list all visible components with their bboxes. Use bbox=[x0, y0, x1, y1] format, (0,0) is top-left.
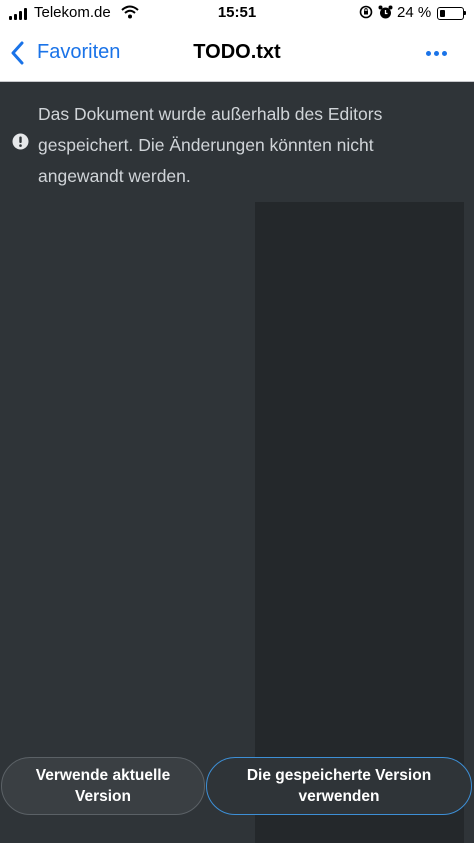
battery-percent: 24 % bbox=[397, 4, 432, 21]
orientation-lock-icon bbox=[359, 5, 373, 19]
page-title: TODO.txt bbox=[193, 41, 281, 63]
use-current-version-button[interactable]: Verwende aktuelle Version bbox=[1, 757, 205, 815]
battery-tip bbox=[464, 11, 466, 15]
use-saved-version-button[interactable]: Die gespeicherte Version verwenden bbox=[206, 757, 472, 815]
status-bar: Telekom.de 15:51 24 % bbox=[0, 0, 474, 26]
text-editor-panel[interactable] bbox=[255, 202, 464, 843]
warning-message: Das Dokument wurde außerhalb des Editors… bbox=[38, 104, 383, 186]
alarm-icon bbox=[378, 5, 393, 19]
exclamation-circle-icon bbox=[12, 133, 29, 150]
use-current-version-label: Verwende aktuelle Version bbox=[35, 767, 171, 805]
battery-fill bbox=[440, 10, 445, 17]
editor-area: Das Dokument wurde außerhalb des Editors… bbox=[0, 82, 474, 843]
use-saved-version-label: Die gespeicherte Version verwenden bbox=[246, 767, 432, 805]
navigation-bar: Favoriten TODO.txt bbox=[0, 26, 474, 82]
more-options-button[interactable] bbox=[424, 44, 450, 62]
battery-icon bbox=[437, 7, 464, 20]
